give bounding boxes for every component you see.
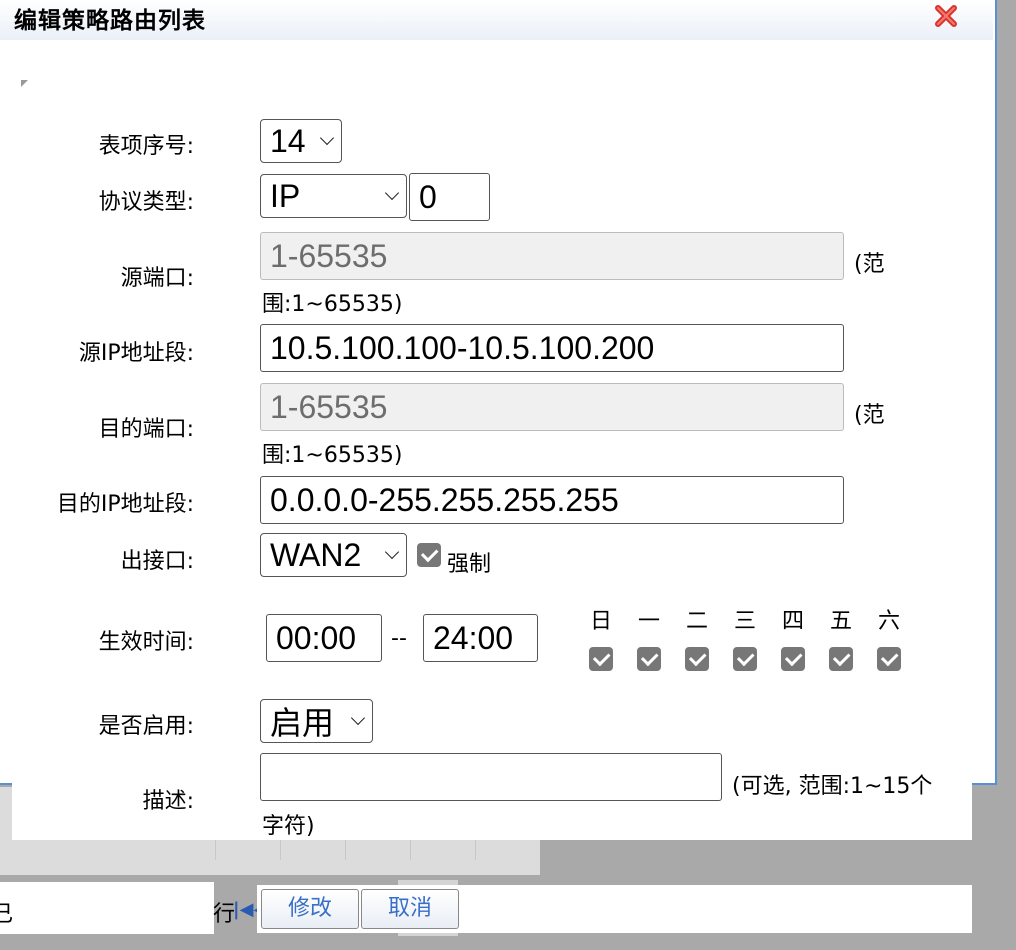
enabled-value: 启用	[270, 705, 335, 741]
modify-button[interactable]: 修改	[261, 889, 359, 929]
src-port-label: 源端口:	[120, 266, 194, 291]
day-label-wed: 三	[733, 609, 756, 634]
src-ip-label: 源IP地址段:	[78, 341, 194, 366]
protocol-value: IP	[270, 177, 301, 214]
close-icon[interactable]	[932, 2, 960, 30]
entry-no-value: 14	[270, 122, 306, 159]
day-checkbox-sat[interactable]	[877, 647, 901, 671]
day-label-tue: 二	[685, 609, 708, 634]
day-label-thu: 四	[781, 609, 804, 634]
protocol-select[interactable]: IP	[260, 174, 407, 218]
day-checkbox-fri[interactable]	[829, 647, 853, 671]
dst-port-input[interactable]	[260, 383, 844, 431]
cancel-button[interactable]: 取消	[361, 889, 459, 929]
end-time-input[interactable]	[423, 614, 538, 662]
dst-ip-label: 目的IP地址段:	[56, 492, 194, 517]
description-hint: (可选, 范围:1~15个	[732, 774, 933, 799]
force-label: 强制	[447, 552, 492, 577]
entry-no-select[interactable]: 14	[260, 119, 342, 163]
chevron-down-icon	[350, 710, 366, 726]
day-label-mon: 一	[637, 609, 660, 634]
day-checkbox-sun[interactable]	[589, 647, 613, 671]
out-iface-label: 出接口:	[120, 549, 194, 574]
protocol-label: 协议类型:	[98, 190, 194, 215]
background-row-text: 行	[213, 902, 236, 927]
chevron-down-icon	[384, 185, 400, 201]
enabled-label: 是否启用:	[98, 714, 194, 739]
dialog-titlebar: 编辑策略路由列表	[0, 0, 993, 40]
chevron-down-icon	[384, 544, 400, 560]
day-label-fri: 五	[829, 609, 852, 634]
src-port-hint: (范	[854, 252, 885, 277]
description-input[interactable]	[260, 753, 722, 801]
description-hint-range: 字符)	[262, 808, 315, 840]
chevron-down-icon	[319, 130, 335, 146]
day-checkbox-thu[interactable]	[781, 647, 805, 671]
protocol-number-input[interactable]	[409, 173, 490, 221]
background-pager-area	[0, 882, 214, 934]
dst-port-hint: (范	[854, 403, 885, 428]
start-time-input[interactable]	[266, 614, 382, 662]
time-separator: --	[391, 626, 407, 651]
dst-port-label: 目的端口:	[98, 417, 194, 442]
day-label-sun: 日	[589, 609, 612, 634]
day-label-sat: 六	[877, 609, 900, 634]
resize-corner-icon	[21, 80, 28, 87]
out-iface-value: WAN2	[270, 536, 362, 573]
effective-time-label: 生效时间:	[98, 630, 194, 655]
dst-port-hint-range: 围:1~65535)	[262, 443, 403, 468]
background-left-text: 己	[0, 902, 14, 927]
day-checkbox-wed[interactable]	[733, 647, 757, 671]
src-ip-input[interactable]	[260, 324, 844, 372]
enabled-select[interactable]: 启用	[260, 699, 373, 743]
force-checkbox[interactable]	[417, 543, 441, 567]
day-checkbox-mon[interactable]	[637, 647, 661, 671]
src-port-hint-range: 围:1~65535)	[262, 292, 403, 317]
entry-no-label: 表项序号:	[98, 134, 194, 159]
description-label: 描述:	[142, 789, 194, 814]
src-port-input[interactable]	[260, 232, 844, 280]
dst-ip-input[interactable]	[260, 476, 844, 524]
out-iface-select[interactable]: WAN2	[260, 533, 407, 577]
day-checkbox-tue[interactable]	[685, 647, 709, 671]
dialog-title: 编辑策略路由列表	[14, 8, 206, 34]
